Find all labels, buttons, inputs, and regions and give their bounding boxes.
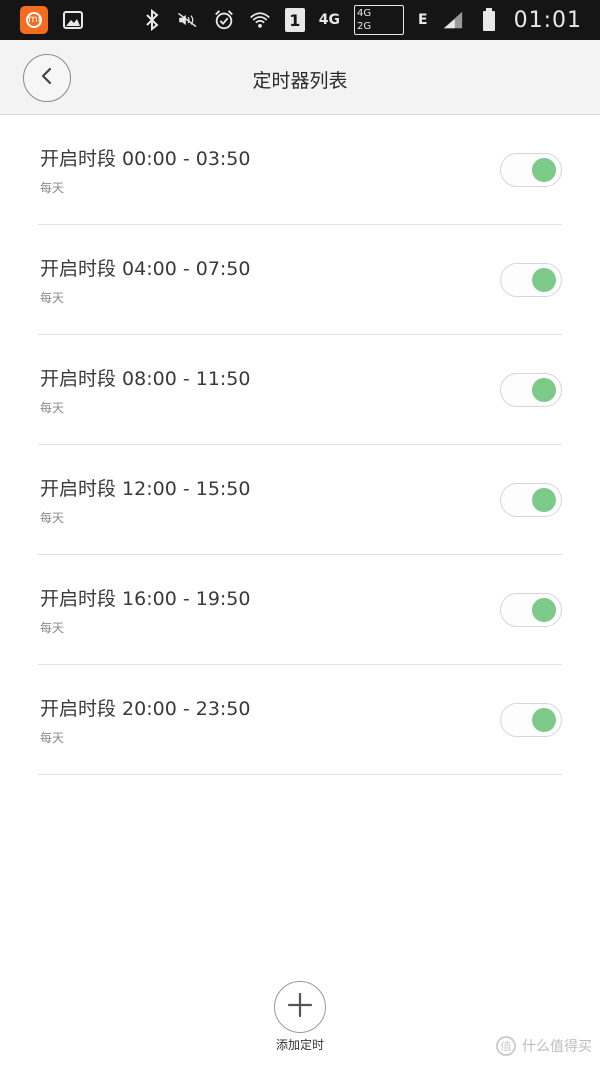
timer-row[interactable]: 开启时段 20:00 - 23:50 每天 (38, 665, 562, 775)
network-4g-label: 4G (318, 12, 341, 28)
plus-icon (286, 991, 314, 1023)
timer-row[interactable]: 开启时段 00:00 - 03:50 每天 (38, 115, 562, 225)
title-bar: 定时器列表 (0, 40, 600, 115)
timer-label: 开启时段 04:00 - 07:50 (40, 258, 251, 280)
alarm-icon (213, 9, 235, 31)
mute-icon (177, 9, 199, 31)
timer-toggle[interactable] (500, 263, 562, 297)
battery-icon (478, 8, 500, 31)
add-timer-button[interactable] (274, 981, 326, 1033)
timer-list: 开启时段 00:00 - 03:50 每天 开启时段 04:00 - 07:50… (38, 115, 562, 775)
toggle-knob (532, 268, 556, 292)
timer-repeat: 每天 (40, 621, 65, 635)
timer-repeat: 每天 (40, 731, 65, 745)
network-top-label: 4G (357, 8, 372, 19)
timer-label: 开启时段 00:00 - 03:50 (40, 148, 251, 170)
timer-label: 开启时段 12:00 - 15:50 (40, 478, 251, 500)
mi-app-badge: mi (26, 12, 42, 28)
timer-label: 开启时段 08:00 - 11:50 (40, 368, 251, 390)
bluetooth-icon (141, 9, 163, 31)
page-title: 定时器列表 (252, 70, 348, 92)
status-bar-right: 1 4G 4G 2G E 01:01 (141, 5, 582, 35)
clock-time: 01:01 (513, 7, 582, 33)
status-bar: mi 1 4G 4G 2G E 01:01 (0, 0, 600, 40)
timer-toggle[interactable] (500, 373, 562, 407)
gallery-icon (62, 9, 84, 31)
timer-row[interactable]: 开启时段 12:00 - 15:50 每天 (38, 445, 562, 555)
timer-toggle[interactable] (500, 153, 562, 187)
timer-toggle[interactable] (500, 593, 562, 627)
toggle-knob (532, 598, 556, 622)
network-bottom-label: 2G (357, 21, 372, 32)
timer-repeat: 每天 (40, 291, 65, 305)
timer-repeat: 每天 (40, 511, 65, 525)
timer-toggle[interactable] (500, 483, 562, 517)
signal-icon (442, 9, 464, 31)
timer-repeat: 每天 (40, 401, 65, 415)
toggle-knob (532, 158, 556, 182)
timer-row[interactable]: 开启时段 16:00 - 19:50 每天 (38, 555, 562, 665)
timer-row[interactable]: 开启时段 04:00 - 07:50 每天 (38, 225, 562, 335)
sim-icon: 1 (284, 8, 305, 32)
toggle-knob (532, 488, 556, 512)
watermark: 值 什么值得买 (496, 1036, 592, 1056)
watermark-text: 什么值得买 (522, 1039, 592, 1055)
dual-network-icon: 4G 2G (354, 5, 405, 35)
sim-label: 1 (289, 10, 301, 30)
mi-app-icon: mi (20, 6, 48, 34)
watermark-badge: 值 (496, 1036, 516, 1056)
status-bar-left: mi (20, 6, 84, 34)
timer-repeat: 每天 (40, 181, 65, 195)
timer-label: 开启时段 20:00 - 23:50 (40, 698, 251, 720)
wifi-icon (249, 9, 271, 31)
timer-toggle[interactable] (500, 703, 562, 737)
timer-label: 开启时段 16:00 - 19:50 (40, 588, 251, 610)
toggle-knob (532, 378, 556, 402)
toggle-knob (532, 708, 556, 732)
network-e-label: E (418, 12, 428, 28)
timer-row[interactable]: 开启时段 08:00 - 11:50 每天 (38, 335, 562, 445)
